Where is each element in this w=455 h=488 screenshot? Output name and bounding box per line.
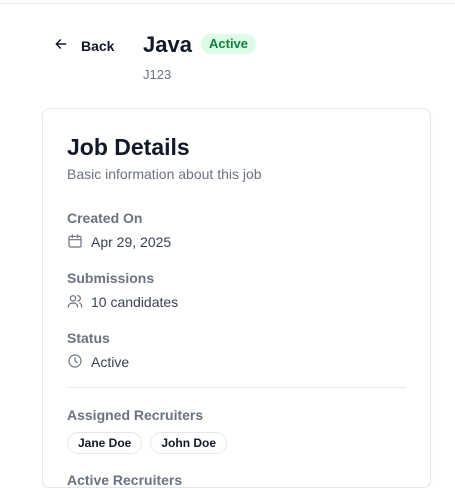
recruiter-chip: Jane Doe	[67, 432, 143, 454]
back-button-label: Back	[81, 38, 115, 54]
back-button[interactable]: Back	[50, 33, 124, 59]
status-value-row: Active	[67, 353, 129, 371]
status-value: Active	[91, 354, 130, 370]
page-title: Java	[143, 32, 192, 57]
created-on-value: Apr 29, 2025	[91, 234, 172, 250]
assigned-recruiters-list: Jane Doe John Doe	[67, 432, 228, 454]
users-icon	[67, 293, 83, 312]
created-on-value-row: Apr 29, 2025	[67, 233, 171, 251]
recruiter-chip: John Doe	[150, 432, 228, 454]
card-subtitle: Basic information about this job	[67, 166, 262, 182]
status-badge: Active	[201, 34, 257, 54]
arrow-left-icon	[54, 37, 68, 56]
submissions-value: 10 candidates	[91, 294, 179, 310]
section-divider	[67, 387, 406, 388]
active-recruiters-label: Active Recruiters	[67, 472, 183, 488]
status-label: Status	[67, 330, 110, 346]
assigned-recruiters-label: Assigned Recruiters	[67, 407, 204, 423]
clock-icon	[67, 353, 83, 372]
created-on-label: Created On	[67, 210, 143, 226]
job-code: J123	[143, 67, 172, 82]
submissions-label: Submissions	[67, 270, 155, 286]
job-details-card: Job Details Basic information about this…	[42, 108, 431, 488]
calendar-icon	[67, 233, 83, 252]
card-title: Job Details	[67, 134, 190, 160]
page-header: Back Java Active J123	[0, 0, 455, 100]
submissions-value-row: 10 candidates	[67, 293, 178, 311]
